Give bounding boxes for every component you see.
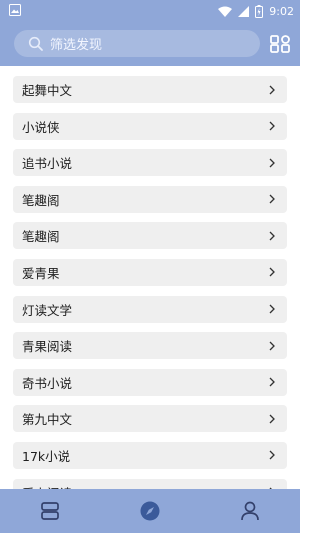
source-item-label: 爱青果 xyxy=(22,265,60,281)
chevron-right-icon xyxy=(269,231,275,241)
source-list: 起舞中文 小说侠 追书小说 笔趣阁 笔趣阁 爱青果 灯读文学 青果阅读 奇书小说 第九中文 17k小… xyxy=(13,76,287,515)
bottom-nav xyxy=(0,489,300,533)
source-list-item[interactable]: 起舞中文 xyxy=(13,76,287,103)
source-list-item[interactable]: 笔趣阁 xyxy=(13,222,287,250)
source-item-label: 追书小说 xyxy=(22,156,73,172)
source-list-item[interactable]: 小说侠 xyxy=(13,112,287,140)
source-item-label: 17k小说 xyxy=(22,448,71,464)
filter-icon[interactable] xyxy=(268,32,292,56)
battery-icon xyxy=(255,4,264,18)
source-list-item[interactable]: 青果阅读 xyxy=(13,332,287,360)
search-icon xyxy=(28,36,43,51)
chevron-right-icon xyxy=(269,304,275,314)
source-item-label: 第九中文 xyxy=(22,412,73,428)
source-item-label: 青果阅读 xyxy=(22,339,73,355)
source-list-item[interactable]: 笔趣阁 xyxy=(13,185,287,213)
source-list-item[interactable]: 追书小说 xyxy=(13,149,287,177)
chevron-right-icon xyxy=(269,377,275,387)
wifi-icon xyxy=(218,6,233,17)
search-input[interactable]: 筛选发现 xyxy=(50,34,102,53)
chevron-right-icon xyxy=(269,194,275,204)
source-item-label: 起舞中文 xyxy=(22,83,73,98)
chevron-right-icon xyxy=(269,450,275,460)
source-item-label: 笔趣阁 xyxy=(22,192,60,208)
discover-icon[interactable] xyxy=(138,499,162,523)
source-list-item[interactable]: 奇书小说 xyxy=(13,368,287,396)
search-bar[interactable]: 筛选发现 xyxy=(14,30,260,57)
bookshelf-icon[interactable] xyxy=(38,499,62,523)
source-item-label: 奇书小说 xyxy=(22,375,73,391)
signal-icon xyxy=(238,5,250,17)
source-list-item[interactable]: 第九中文 xyxy=(13,405,287,433)
source-item-label: 小说侠 xyxy=(22,119,60,135)
chevron-right-icon xyxy=(269,268,275,277)
image-icon xyxy=(9,4,21,16)
top-app-bar: 9:02 筛选发现 xyxy=(0,0,300,66)
chevron-right-icon xyxy=(269,85,275,94)
chevron-right-icon xyxy=(269,158,275,168)
source-item-label: 笔趣阁 xyxy=(22,229,60,245)
source-list-item[interactable]: 爱青果 xyxy=(13,258,287,286)
source-item-label: 灯读文学 xyxy=(22,302,73,318)
chevron-right-icon xyxy=(269,341,275,351)
status-bar: 9:02 xyxy=(0,0,300,22)
status-time: 9:02 xyxy=(269,4,294,18)
source-list-item[interactable]: 17k小说 xyxy=(13,441,287,469)
profile-icon[interactable] xyxy=(238,499,262,523)
chevron-right-icon xyxy=(269,414,275,424)
source-list-item[interactable]: 灯读文学 xyxy=(13,295,287,323)
chevron-right-icon xyxy=(269,121,275,131)
